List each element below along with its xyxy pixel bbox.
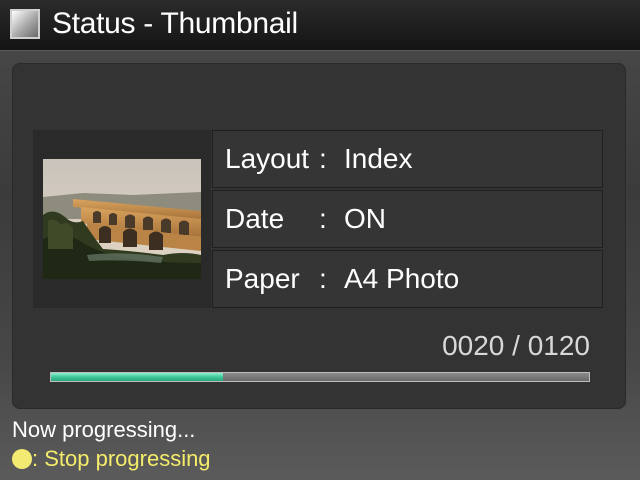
info-table: Layout : Index Date : ON Paper : A4 Phot… xyxy=(212,130,603,308)
photo-thumbnail-icon xyxy=(43,159,201,279)
info-label: Paper xyxy=(225,263,300,294)
stop-progressing-label: : Stop progressing xyxy=(32,446,211,471)
info-value: ON xyxy=(344,203,386,234)
progress-counter: 0020 / 0120 xyxy=(442,330,590,361)
info-separator: : xyxy=(319,143,327,174)
progress-bar-fill xyxy=(51,373,224,381)
status-message: Now progressing... xyxy=(12,417,196,442)
status-square-icon xyxy=(10,9,40,39)
info-value: Index xyxy=(344,143,413,174)
status-panel: Layout : Index Date : ON Paper : A4 Phot… xyxy=(12,63,626,409)
info-row-layout: Layout : Index xyxy=(212,130,603,188)
title-bar: Status - Thumbnail xyxy=(0,0,640,51)
progress-bar xyxy=(50,372,590,382)
info-separator: : xyxy=(319,203,327,234)
yellow-button-icon xyxy=(12,449,32,469)
info-separator: : xyxy=(319,263,327,294)
info-label: Date xyxy=(225,203,285,234)
info-row-date: Date : ON xyxy=(212,190,603,248)
stop-progressing-hint[interactable]: : Stop progressing xyxy=(12,445,211,473)
page-title: Status - Thumbnail xyxy=(52,7,298,40)
info-label: Layout xyxy=(225,143,310,174)
info-row-paper: Paper : A4 Photo xyxy=(212,250,603,308)
info-value: A4 Photo xyxy=(344,263,460,294)
thumbnail-frame xyxy=(33,130,211,308)
